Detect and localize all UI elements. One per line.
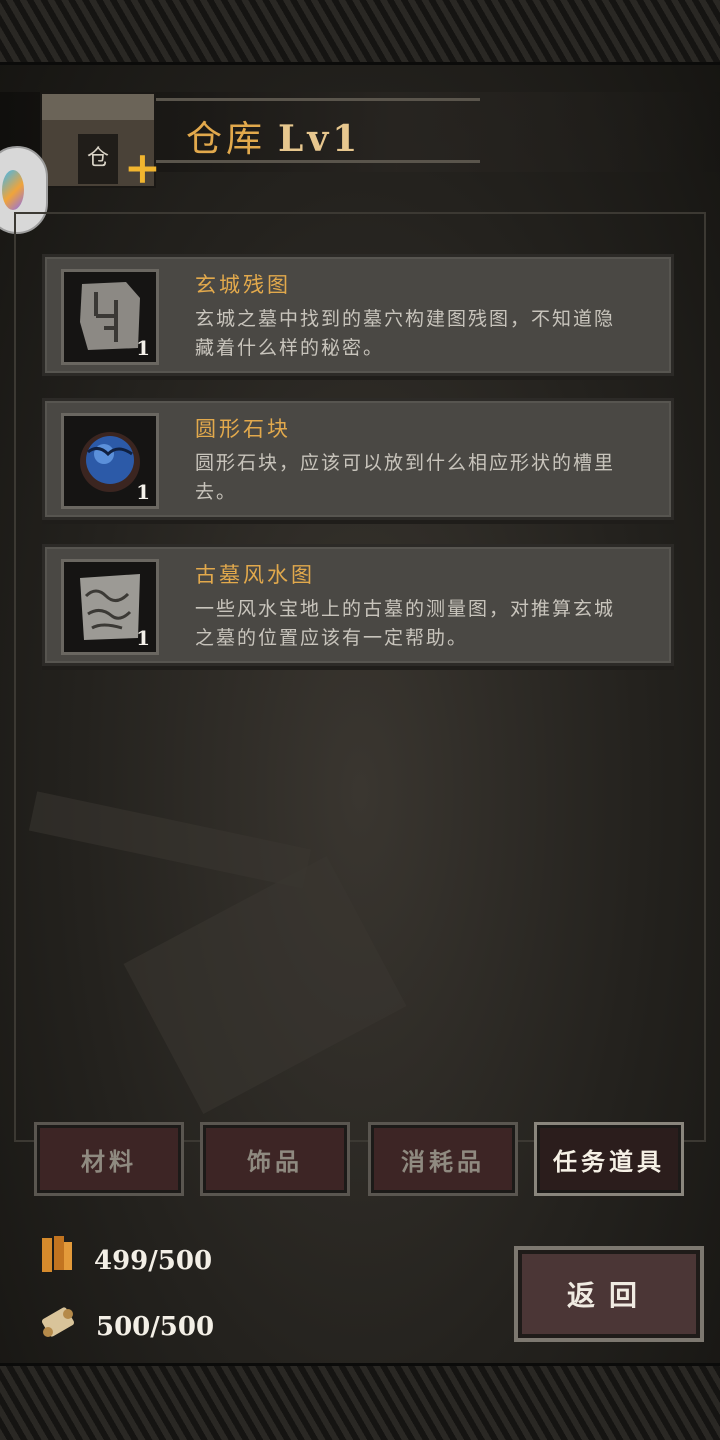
top-border [0, 0, 720, 65]
warehouse-roof [42, 94, 154, 120]
item-name: 古墓风水图 [195, 563, 315, 587]
tab-quest-items[interactable]: 任务道具 [534, 1122, 684, 1196]
tab-accessories[interactable]: 饰品 [200, 1122, 350, 1196]
item-thumbnail: 1 [61, 413, 159, 509]
scroll-counter: 500/500 [96, 1312, 215, 1342]
page-title: 仓库 Lv1 [186, 110, 361, 162]
item-thumbnail: 1 [61, 269, 159, 365]
item-count: 1 [136, 336, 150, 360]
tab-materials[interactable]: 材料 [34, 1122, 184, 1196]
title-text: 仓库 [186, 119, 267, 160]
item-card[interactable]: 1 圆形石块 圆形石块，应该可以放到什么相应形状的槽里去。 [42, 398, 674, 520]
item-description: 一些风水宝地上的古墓的测量图，对推算玄城之墓的位置应该有一定帮助。 [195, 598, 616, 649]
item-count: 1 [136, 480, 150, 504]
warehouse-level: Lv1 [278, 118, 362, 160]
item-name: 圆形石块 [195, 417, 291, 441]
wood-counter: 499/500 [94, 1246, 213, 1276]
item-card[interactable]: 1 玄城残图 玄城之墓中找到的墓穴构建图残图，不知道隐藏着什么样的秘密。 [42, 254, 674, 376]
item-name: 玄城残图 [195, 273, 291, 297]
item-count: 1 [136, 626, 150, 650]
back-button[interactable]: 返回 [514, 1246, 704, 1342]
bottom-border [0, 1363, 720, 1440]
warehouse-door: 仓 [78, 134, 118, 184]
tab-consumables[interactable]: 消耗品 [368, 1122, 518, 1196]
item-thumbnail: 1 [61, 559, 159, 655]
item-card[interactable]: 1 古墓风水图 一些风水宝地上的古墓的测量图，对推算玄城之墓的位置应该有一定帮助… [42, 544, 674, 666]
header-divider [150, 98, 480, 101]
scroll-icon [41, 1307, 75, 1337]
item-description: 圆形石块，应该可以放到什么相应形状的槽里去。 [195, 452, 616, 503]
wood-icon [42, 1236, 72, 1272]
item-description: 玄城之墓中找到的墓穴构建图残图，不知道隐藏着什么样的秘密。 [195, 308, 616, 359]
plus-icon[interactable]: + [124, 147, 161, 191]
